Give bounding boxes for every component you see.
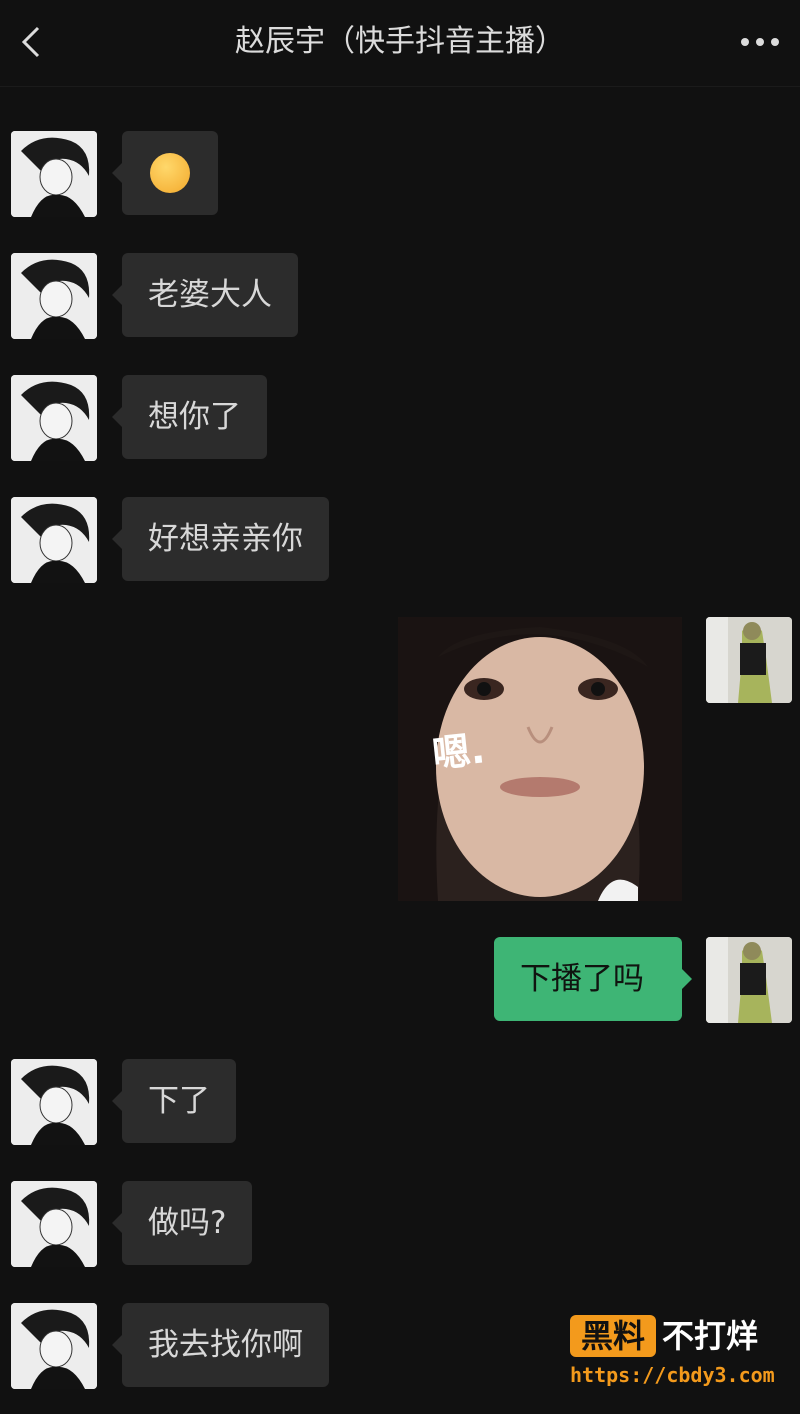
contact-avatar[interactable] bbox=[11, 375, 97, 461]
contact-avatar-image bbox=[11, 1303, 97, 1389]
message-bubble-emoji[interactable] bbox=[112, 131, 218, 215]
message-bubble[interactable]: 下了 bbox=[112, 1059, 236, 1143]
contact-avatar-image bbox=[11, 375, 97, 461]
contact-avatar[interactable] bbox=[11, 497, 97, 583]
contact-avatar-image bbox=[11, 497, 97, 583]
watermark-title: 不打烊 bbox=[662, 1317, 759, 1355]
contact-avatar[interactable] bbox=[11, 253, 97, 339]
watermark-badge: 黑料 bbox=[570, 1315, 656, 1357]
image-message[interactable]: 嗯. bbox=[398, 617, 682, 901]
kissing-face-emoji bbox=[150, 153, 190, 193]
chat-title: 赵辰宇（快手抖音主播） bbox=[235, 24, 565, 59]
contact-avatar-image bbox=[11, 1059, 97, 1145]
my-avatar-image bbox=[706, 937, 792, 1023]
my-avatar[interactable] bbox=[706, 937, 792, 1023]
message-bubble[interactable]: 好想亲亲你 bbox=[112, 497, 329, 581]
message-bubble[interactable]: 想你了 bbox=[112, 375, 267, 459]
message-bubble[interactable]: 做吗? bbox=[111, 1181, 253, 1265]
my-avatar[interactable] bbox=[706, 617, 792, 703]
message-bubble[interactable]: 我去找你啊 bbox=[112, 1303, 329, 1387]
contact-avatar[interactable] bbox=[11, 1303, 97, 1389]
message-bubble-outgoing[interactable]: 下播了吗 bbox=[494, 937, 692, 1021]
chat-header: 赵辰宇（快手抖音主播） bbox=[0, 0, 800, 87]
site-watermark: 黑料 不打烊 https://cbdy3.com bbox=[566, 1313, 786, 1393]
contact-avatar[interactable] bbox=[11, 1181, 97, 1267]
contact-avatar-image bbox=[11, 1181, 97, 1267]
watermark-url: https://cbdy3.com bbox=[570, 1363, 775, 1387]
more-dots-icon bbox=[741, 38, 779, 46]
contact-avatar[interactable] bbox=[11, 1059, 97, 1145]
more-button[interactable] bbox=[738, 28, 782, 56]
message-bubble[interactable]: 老婆大人 bbox=[112, 253, 298, 337]
photo-overlay-text: 嗯. bbox=[430, 727, 487, 777]
my-avatar-image bbox=[706, 617, 792, 703]
contact-avatar[interactable] bbox=[11, 131, 97, 217]
contact-avatar-image bbox=[11, 253, 97, 339]
contact-avatar-image bbox=[11, 131, 97, 217]
